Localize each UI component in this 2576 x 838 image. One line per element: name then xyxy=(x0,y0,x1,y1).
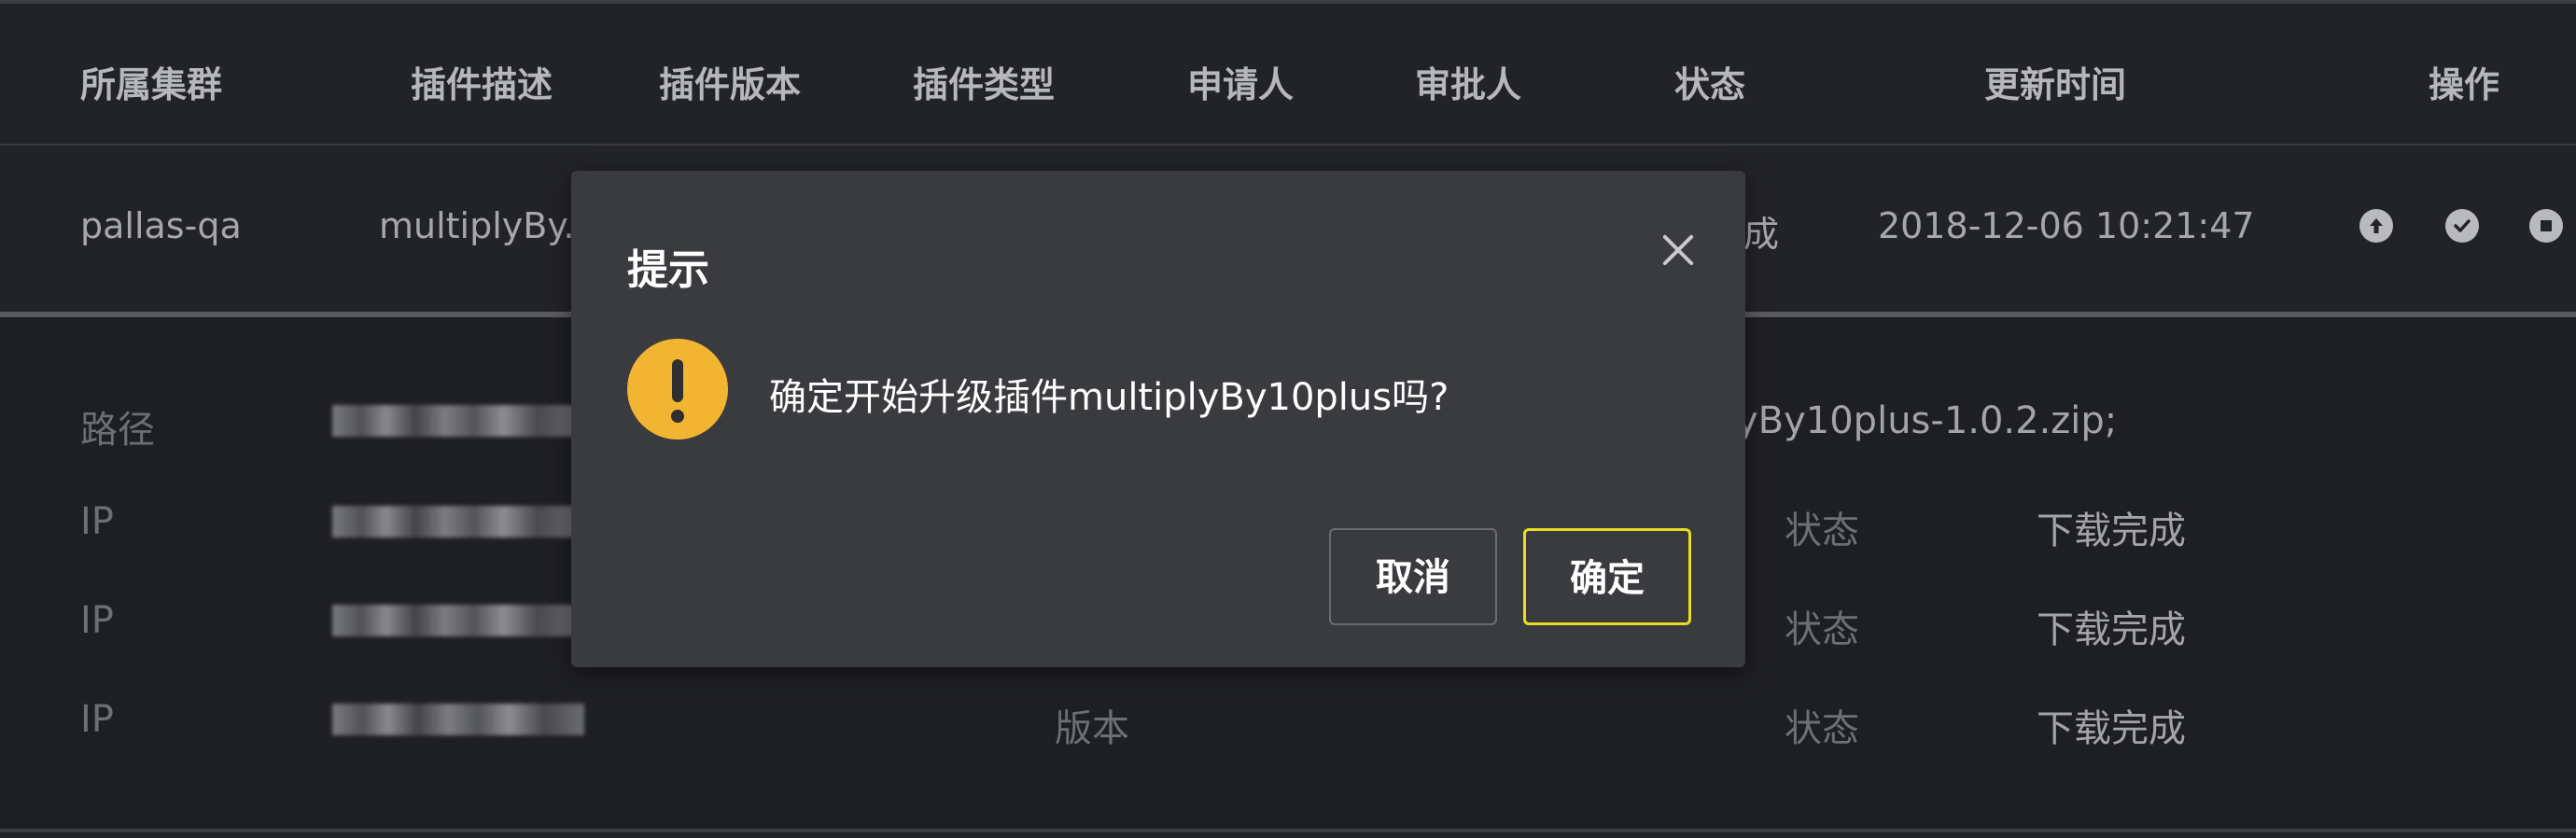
header-description: 插件描述 xyxy=(411,64,553,105)
header-type: 插件类型 xyxy=(913,64,1056,105)
node-status-value: 下载完成 xyxy=(2037,608,2186,651)
node-status-value: 下载完成 xyxy=(2037,707,2186,750)
header-version: 插件版本 xyxy=(659,64,802,105)
bottom-border xyxy=(0,829,2576,832)
stop-circle-icon[interactable] xyxy=(2529,209,2563,243)
node-status-label: 状态 xyxy=(1785,707,1859,750)
cell-updated: 2018-12-06 10:21:47 xyxy=(1878,205,2255,246)
path-value-redacted xyxy=(332,405,577,437)
close-icon[interactable] xyxy=(1646,217,1712,283)
warning-icon-dot xyxy=(671,410,684,423)
path-label: 路径 xyxy=(80,409,155,452)
upgrade-icon[interactable] xyxy=(2359,209,2393,243)
header-status: 状态 xyxy=(1674,64,1746,105)
node-ip-label: IP xyxy=(80,500,114,543)
header-applicant: 申请人 xyxy=(1187,64,1295,105)
warning-icon-bar xyxy=(672,359,683,402)
node-ip-redacted xyxy=(332,704,584,735)
cell-description: multiplyBy... xyxy=(379,205,597,246)
node-status-label: 状态 xyxy=(1785,510,1859,552)
warning-icon xyxy=(627,339,728,440)
plugin-management-page: 所属集群 插件描述 插件版本 插件类型 申请人 审批人 状态 更新时间 操作 p… xyxy=(0,0,2576,838)
cancel-button[interactable]: 取消 xyxy=(1329,528,1497,625)
dialog-message: 确定开始升级插件multiplyBy10plus吗? xyxy=(769,376,1449,419)
cell-cluster: pallas-qa xyxy=(80,205,242,246)
header-actions: 操作 xyxy=(2429,64,2500,105)
node-version-label: 版本 xyxy=(1055,707,1129,750)
node-ip-redacted xyxy=(332,506,577,538)
check-circle-icon[interactable] xyxy=(2445,209,2479,243)
header-updated: 更新时间 xyxy=(1984,64,2127,105)
table-header: 所属集群 插件描述 插件版本 插件类型 申请人 审批人 状态 更新时间 操作 xyxy=(0,4,2576,144)
path-value: yBy10plus-1.0.2.zip; xyxy=(1736,399,2118,442)
node-ip-redacted xyxy=(332,605,577,636)
confirm-button[interactable]: 确定 xyxy=(1523,528,1691,625)
node-status-label: 状态 xyxy=(1785,608,1859,651)
confirm-dialog: 提示 确定开始升级插件multiplyBy10plus吗? 取消 确定 xyxy=(571,171,1745,667)
dialog-title: 提示 xyxy=(627,246,709,294)
header-approver: 审批人 xyxy=(1415,64,1522,105)
node-ip-label: IP xyxy=(80,599,114,642)
node-status-value: 下载完成 xyxy=(2037,510,2186,552)
header-cluster: 所属集群 xyxy=(80,64,223,105)
node-ip-label: IP xyxy=(80,698,114,741)
